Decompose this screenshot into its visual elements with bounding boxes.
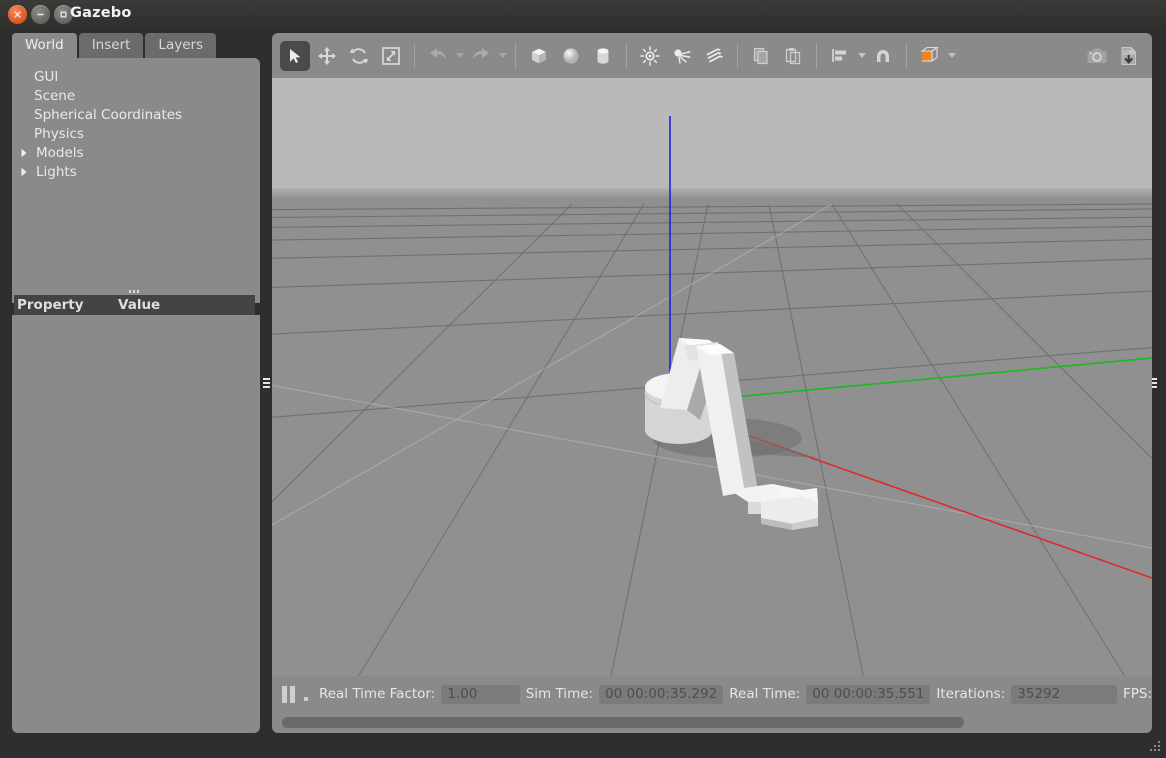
sphere-icon[interactable] <box>556 41 586 71</box>
status-bar: Real Time Factor: 1.00 Sim Time: 00 00:0… <box>272 676 1152 712</box>
left-panel: World Insert Layers GUI Scene Spherical … <box>12 33 260 733</box>
real-time-label: Real Time: <box>729 686 801 702</box>
property-table-header: Property Value <box>14 295 255 315</box>
window-title: Gazebo <box>70 5 132 21</box>
toolbar-separator <box>515 42 516 69</box>
tree-item-lights[interactable]: Lights <box>12 162 260 181</box>
rotate-tool-icon[interactable] <box>344 41 374 71</box>
view-angle-icon[interactable] <box>915 41 945 71</box>
window-resize-grip[interactable] <box>1149 741 1161 753</box>
fps-label: FPS: <box>1122 686 1153 702</box>
real-time-value: 00 00:00:35.551 <box>806 684 931 704</box>
column-header-property[interactable]: Property <box>14 297 118 313</box>
sim-time-value: 00 00:00:35.292 <box>599 684 724 704</box>
tree-item-label: Lights <box>36 163 77 180</box>
render-viewport[interactable] <box>272 78 1152 720</box>
box-icon[interactable] <box>524 41 554 71</box>
point-light-icon[interactable] <box>635 41 665 71</box>
undo-dropdown-icon[interactable] <box>454 41 465 71</box>
splitter-grip-icon <box>262 378 270 388</box>
gazebo-window: Gazebo World Insert Layers GUI Scene Sph… <box>0 0 1166 758</box>
tree-item-label: Physics <box>34 125 84 142</box>
snap-icon[interactable] <box>868 41 898 71</box>
left-panel-splitter[interactable] <box>261 33 271 733</box>
world-tree: GUI Scene Spherical Coordinates Physics … <box>12 58 260 303</box>
real-time-factor-label: Real Time Factor: <box>318 686 436 702</box>
redo-icon[interactable] <box>466 41 496 71</box>
toolbar-separator <box>414 42 415 69</box>
column-header-value[interactable]: Value <box>118 297 160 313</box>
cylinder-icon[interactable] <box>588 41 618 71</box>
tree-item-scene[interactable]: Scene <box>12 86 260 105</box>
toolbar-separator <box>737 42 738 69</box>
gripper <box>730 484 818 530</box>
tree-item-gui[interactable]: GUI <box>12 67 260 86</box>
step-button[interactable] <box>298 684 313 704</box>
select-tool-icon[interactable] <box>280 40 310 71</box>
scrollbar-thumb[interactable] <box>282 717 964 728</box>
tree-item-label: Models <box>36 144 84 161</box>
main-region: LOG Real Time Factor: 1.00 Sim Time: 00 … <box>272 33 1152 733</box>
copy-icon[interactable] <box>746 41 776 71</box>
directional-light-icon[interactable] <box>699 41 729 71</box>
view-angle-dropdown-icon[interactable] <box>946 41 957 71</box>
log-record-icon[interactable]: LOG <box>1114 41 1144 71</box>
align-dropdown-icon[interactable] <box>856 41 867 71</box>
align-icon[interactable] <box>825 41 855 71</box>
paste-icon[interactable] <box>778 41 808 71</box>
horizontal-scrollbar[interactable] <box>272 712 1152 733</box>
splitter-grip-icon <box>128 290 139 293</box>
spot-light-icon[interactable] <box>667 41 697 71</box>
chevron-right-icon[interactable] <box>17 165 30 178</box>
window-controls <box>8 5 73 24</box>
toolbar-separator <box>626 42 627 69</box>
toolbar-separator <box>816 42 817 69</box>
sim-time-label: Sim Time: <box>525 686 594 702</box>
tab-layers[interactable]: Layers <box>145 33 217 58</box>
redo-dropdown-icon[interactable] <box>497 41 508 71</box>
tree-item-label: Scene <box>34 87 76 104</box>
pause-button[interactable] <box>282 684 298 704</box>
panel-tabs: World Insert Layers <box>12 33 218 58</box>
tab-world[interactable]: World <box>12 33 77 58</box>
title-bar: Gazebo <box>0 0 1166 29</box>
undo-icon[interactable] <box>423 41 453 71</box>
minimize-icon[interactable] <box>31 5 50 24</box>
property-table-body <box>12 315 260 733</box>
main-toolbar: LOG <box>272 33 1152 78</box>
tree-item-models[interactable]: Models <box>12 143 260 162</box>
translate-tool-icon[interactable] <box>312 41 342 71</box>
scale-tool-icon[interactable] <box>376 41 406 71</box>
robot-arm-model[interactable] <box>272 78 1152 720</box>
screenshot-icon[interactable] <box>1082 41 1112 71</box>
chevron-right-icon[interactable] <box>17 146 30 159</box>
toolbar-separator <box>906 42 907 69</box>
iterations-value: 35292 <box>1011 684 1117 704</box>
tab-insert[interactable]: Insert <box>78 33 144 58</box>
iterations-label: Iterations: <box>936 686 1006 702</box>
tree-item-label: Spherical Coordinates <box>34 106 183 123</box>
tree-item-physics[interactable]: Physics <box>12 124 260 143</box>
tree-item-label: GUI <box>34 68 59 85</box>
tree-item-spherical-coordinates[interactable]: Spherical Coordinates <box>12 105 260 124</box>
close-icon[interactable] <box>8 5 27 24</box>
real-time-factor-value: 1.00 <box>441 684 520 704</box>
